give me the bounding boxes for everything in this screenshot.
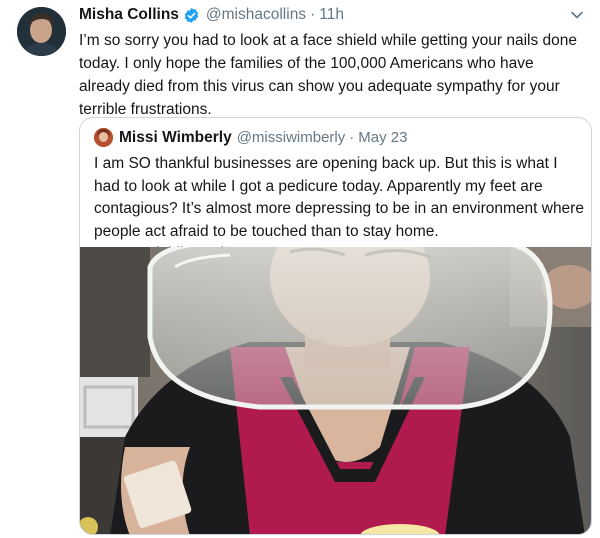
verified-badge-icon (183, 7, 200, 24)
author-avatar[interactable] (17, 7, 66, 56)
tweet: Misha Collins @mishacollins · 11h I’m so… (0, 0, 600, 538)
author-name[interactable]: Misha Collins (79, 6, 179, 24)
author-handle[interactable]: @mishacollins (206, 6, 306, 24)
quoted-author-handle: @missiwimberly (236, 129, 346, 146)
tweet-timestamp[interactable]: 11h (319, 6, 344, 24)
chevron-down-icon[interactable] (570, 8, 584, 22)
tweet-text: I’m so sorry you had to look at a face s… (79, 32, 577, 118)
quoted-tweet[interactable]: Missi Wimberly @missiwimberly · May 23 I… (79, 117, 592, 535)
quoted-tweet-timestamp: May 23 (358, 129, 408, 146)
separator-dot: · (349, 129, 355, 146)
quoted-author-name: Missi Wimberly (119, 128, 232, 146)
tweet-header: Misha Collins @mishacollins · 11h (79, 6, 344, 24)
quoted-author-avatar (94, 128, 113, 147)
separator-dot: · (310, 6, 316, 23)
quoted-tweet-header: Missi Wimberly @missiwimberly · May 23 (94, 128, 407, 147)
quoted-tweet-photo[interactable] (80, 247, 591, 534)
